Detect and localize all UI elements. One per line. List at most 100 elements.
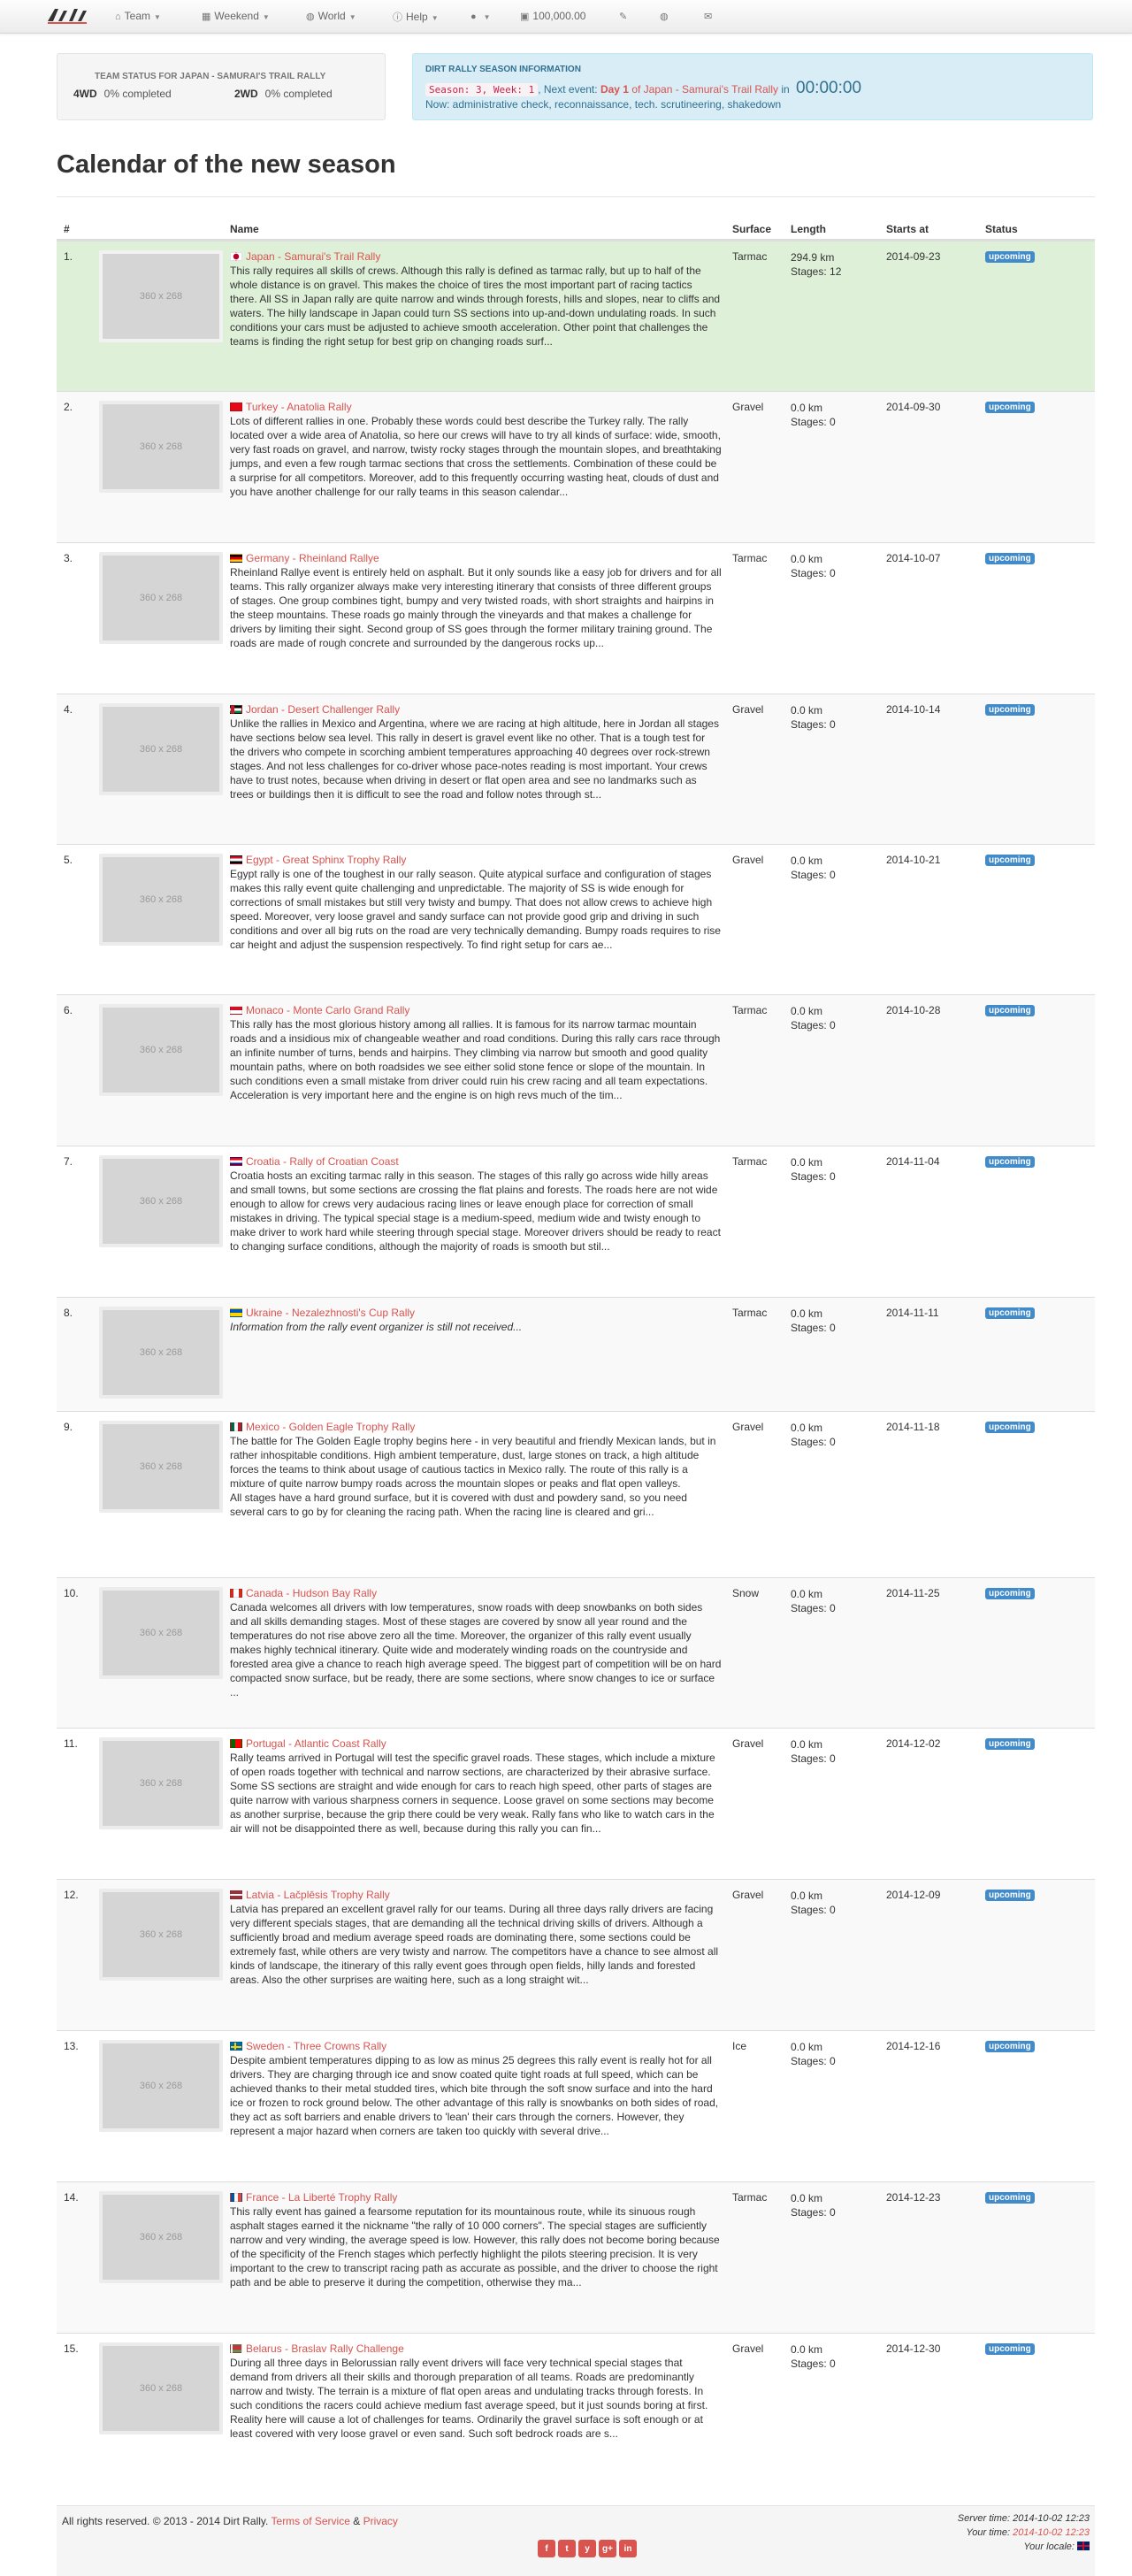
facebook-icon[interactable]: f xyxy=(538,2540,555,2557)
rally-length: 0.0 km xyxy=(791,402,823,414)
rally-thumbnail[interactable]: 360 x 268 xyxy=(99,1587,223,1679)
rally-thumbnail[interactable]: 360 x 268 xyxy=(99,1004,223,1096)
rally-thumbnail[interactable]: 360 x 268 xyxy=(99,1737,223,1829)
turkey-flag-icon xyxy=(230,402,242,411)
rally-link[interactable]: Jordan - Desert Challenger Rally xyxy=(230,703,722,716)
rally-length: 0.0 km xyxy=(791,1588,823,1600)
rally-stages: Stages: 0 xyxy=(791,1019,836,1031)
rally-name-cell: Ukraine - Nezalezhnosti's Cup Rally Info… xyxy=(230,1307,722,1334)
rally-link[interactable]: Latvia - Lačplēsis Trophy Rally xyxy=(230,1889,722,1901)
rally-link[interactable]: Croatia - Rally of Croatian Coast xyxy=(230,1155,722,1168)
nav-item-3[interactable]: ⓘ Help ▼ xyxy=(393,10,439,24)
rally-name-cell: Belarus - Braslav Rally Challenge During… xyxy=(230,2342,722,2441)
rally-surface: Gravel xyxy=(732,1421,764,1433)
rally-thumbnail[interactable]: 360 x 268 xyxy=(99,703,223,795)
rally-description: This rally has the most glorious history… xyxy=(230,1018,721,1101)
status-badge: upcoming xyxy=(985,1005,1035,1016)
table-row: 1. 360 x 268 Japan - Samurai's Trail Ral… xyxy=(57,241,1095,391)
rally-length-cell: 0.0 km Stages: 0 xyxy=(791,1587,836,1615)
rally-link[interactable]: Germany - Rheinland Rallye xyxy=(230,552,722,564)
calendar-table: # Name Surface Length Starts at Status 1… xyxy=(57,216,1095,2483)
privacy-link[interactable]: Privacy xyxy=(363,2515,398,2527)
team-status-title: Team status for Japan - Samurai's Trail … xyxy=(95,72,326,81)
rally-thumbnail[interactable]: 360 x 268 xyxy=(99,250,223,342)
caret-down-icon: ▼ xyxy=(348,13,356,21)
rally-link[interactable]: Belarus - Braslav Rally Challenge xyxy=(230,2342,722,2355)
rally-thumbnail[interactable]: 360 x 268 xyxy=(99,2040,223,2132)
countdown-timer: 00:00:00 xyxy=(796,79,862,97)
terms-link[interactable]: Terms of Service xyxy=(272,2515,350,2527)
rally-thumbnail[interactable]: 360 x 268 xyxy=(99,401,223,493)
rally-start-date: 2014-11-18 xyxy=(886,1421,940,1433)
japan-flag-icon xyxy=(230,252,242,261)
youtube-icon[interactable]: y xyxy=(578,2540,596,2557)
rally-surface: Gravel xyxy=(732,401,764,413)
rally-thumbnail[interactable]: 360 x 268 xyxy=(99,1307,223,1399)
nav-item-4[interactable]: ● ▼ xyxy=(470,10,491,22)
google-plus-icon[interactable]: g+ xyxy=(599,2540,616,2557)
caret-down-icon: ▼ xyxy=(154,13,161,21)
rally-link[interactable]: Sweden - Three Crowns Rally xyxy=(230,2040,722,2052)
linkedin-icon[interactable]: in xyxy=(619,2540,637,2557)
your-time: Your time: 2014-10-02 12:23 xyxy=(966,2527,1090,2538)
rally-link[interactable]: Ukraine - Nezalezhnosti's Cup Rally xyxy=(230,1307,722,1319)
uk-flag-icon[interactable] xyxy=(1077,2542,1090,2550)
rally-length-cell: 0.0 km Stages: 0 xyxy=(791,1004,836,1032)
rally-name-cell: Latvia - Lačplēsis Trophy Rally Latvia h… xyxy=(230,1889,722,1987)
rally-name-cell: Croatia - Rally of Croatian Coast Croati… xyxy=(230,1155,722,1254)
row-number: 7. xyxy=(64,1155,73,1168)
nav-item-5[interactable]: ▣ 100,000.00 xyxy=(520,10,585,22)
nav-item-2[interactable]: ◍ World ▼ xyxy=(306,10,356,22)
rally-thumbnail[interactable]: 360 x 268 xyxy=(99,1889,223,1981)
caret-down-icon: ▼ xyxy=(431,14,439,22)
rally-link[interactable]: Mexico - Golden Eagle Trophy Rally xyxy=(230,1421,722,1433)
rally-length: 0.0 km xyxy=(791,2343,823,2356)
rally-thumbnail[interactable]: 360 x 268 xyxy=(99,854,223,946)
rally-start-date: 2014-12-30 xyxy=(886,2342,941,2355)
rally-stages: Stages: 0 xyxy=(791,1752,836,1765)
rally-description: Lots of different rallies in one. Probab… xyxy=(230,415,722,498)
rally-start-date: 2014-12-09 xyxy=(886,1889,941,1901)
user-icon: ● xyxy=(470,12,477,22)
rally-link[interactable]: France - La Liberté Trophy Rally xyxy=(230,2191,722,2204)
envelope-icon: ✉ xyxy=(704,12,713,22)
rally-thumbnail[interactable]: 360 x 268 xyxy=(99,2342,223,2434)
rally-surface: Gravel xyxy=(732,703,764,716)
twitter-icon[interactable]: t xyxy=(558,2540,576,2557)
rally-name-cell: France - La Liberté Trophy Rally This ra… xyxy=(230,2191,722,2289)
status-badge: upcoming xyxy=(985,553,1035,564)
rally-surface: Ice xyxy=(732,2040,747,2052)
canada-flag-icon xyxy=(230,1589,242,1598)
rally-link[interactable]: Turkey - Anatolia Rally xyxy=(230,401,722,413)
site-logo[interactable] xyxy=(46,5,88,27)
rally-thumbnail[interactable]: 360 x 268 xyxy=(99,552,223,644)
rally-length-cell: 0.0 km Stages: 0 xyxy=(791,1155,836,1184)
germany-flag-icon xyxy=(230,554,242,563)
row-number: 15. xyxy=(64,2342,79,2355)
rally-stages: Stages: 0 xyxy=(791,1436,836,1448)
rally-link[interactable]: Egypt - Great Sphinx Trophy Rally xyxy=(230,854,722,866)
next-event-link[interactable]: Day 1 of Japan - Samurai's Trail Rally xyxy=(600,83,778,96)
rally-surface: Tarmac xyxy=(732,1307,768,1319)
rally-thumbnail[interactable]: 360 x 268 xyxy=(99,1155,223,1247)
rally-link[interactable]: Canada - Hudson Bay Rally xyxy=(230,1587,722,1599)
nav-item-1[interactable]: ▦ Weekend ▼ xyxy=(202,10,270,22)
rally-link[interactable]: Portugal - Atlantic Coast Rally xyxy=(230,1737,722,1750)
rally-link[interactable]: Japan - Samurai's Trail Rally xyxy=(230,250,722,263)
rally-name-cell: Egypt - Great Sphinx Trophy Rally Egypt … xyxy=(230,854,722,952)
nav-item-8[interactable]: ✉ xyxy=(704,10,715,22)
rally-length: 0.0 km xyxy=(791,2192,823,2204)
nav-item-0[interactable]: ⌂ Team ▼ xyxy=(115,10,161,22)
nav-item-7[interactable]: ◍ xyxy=(660,10,672,22)
table-row: 8. 360 x 268 Ukraine - Nezalezhnosti's C… xyxy=(57,1297,1095,1411)
rally-link[interactable]: Monaco - Monte Carlo Grand Rally xyxy=(230,1004,722,1016)
nav-item-6[interactable]: ✎ xyxy=(619,10,631,22)
rally-start-date: 2014-10-28 xyxy=(886,1004,941,1016)
rally-thumbnail[interactable]: 360 x 268 xyxy=(99,1421,223,1513)
rally-thumbnail[interactable]: 360 x 268 xyxy=(99,2191,223,2283)
rally-name-cell: Mexico - Golden Eagle Trophy Rally The b… xyxy=(230,1421,722,1519)
nav-item-label: Help xyxy=(406,11,428,23)
rally-description: Information from the rally event organiz… xyxy=(230,1321,523,1333)
table-header: # Name Surface Length Starts at Status xyxy=(57,216,1095,241)
edit-icon: ✎ xyxy=(619,12,628,22)
